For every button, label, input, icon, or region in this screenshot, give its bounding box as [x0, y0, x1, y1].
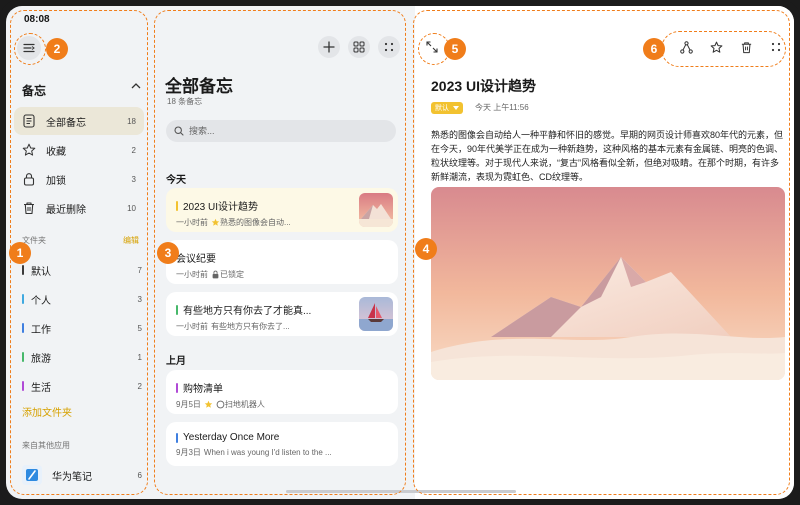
annotation-region-toolbar	[661, 31, 786, 67]
annotation-region-detail	[413, 10, 790, 495]
screen: 08:08 100 备忘 全部备忘 18	[6, 6, 794, 499]
annotation-badge: 3	[157, 242, 179, 264]
annotation-region-menu	[14, 33, 46, 65]
annotation-badge: 6	[643, 38, 665, 60]
annotation-badge: 1	[9, 242, 31, 264]
annotation-badge: 2	[46, 38, 68, 60]
annotation-badge: 4	[415, 238, 437, 260]
device-frame: 08:08 100 备忘 全部备忘 18	[0, 0, 800, 505]
annotation-badge: 5	[444, 38, 466, 60]
annotation-region-list	[154, 10, 406, 495]
